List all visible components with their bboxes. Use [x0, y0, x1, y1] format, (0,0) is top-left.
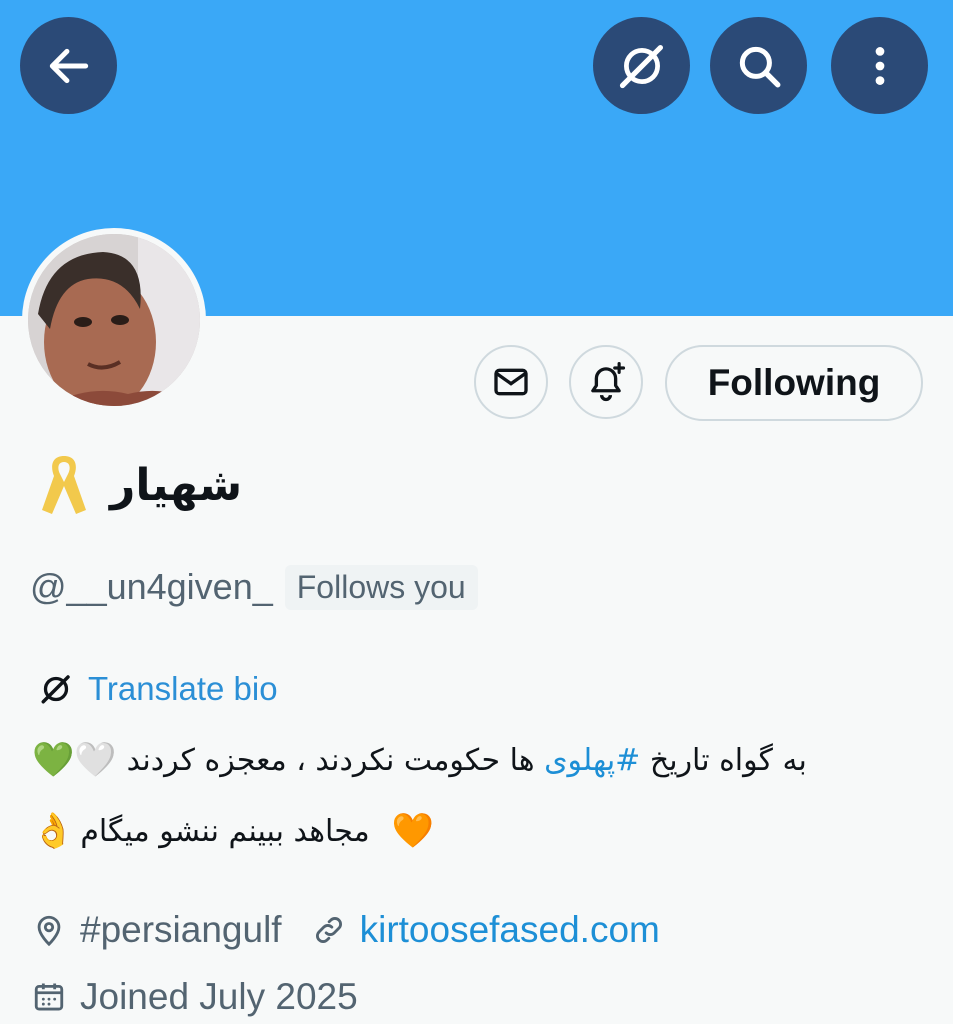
message-button[interactable]	[474, 345, 548, 419]
location-text: #persiangulf	[80, 909, 282, 950]
translate-bio-label: Translate bio	[88, 670, 278, 707]
following-button[interactable]: Following	[665, 345, 923, 421]
display-name: شهیار	[110, 459, 243, 511]
heart-emojis: 💚🤍	[32, 740, 117, 780]
follows-you-badge: Follows you	[284, 564, 478, 610]
grok-button[interactable]	[593, 17, 690, 114]
bell-plus-icon	[585, 361, 627, 403]
meta-row-location: #persiangulf kirtoosefased.com	[32, 905, 660, 955]
link-icon	[312, 913, 346, 947]
grok-icon	[616, 40, 668, 92]
bio-text-2: مجاهد ببینم ننشو میگام	[80, 813, 370, 849]
avatar-border	[22, 228, 206, 412]
more-options-button[interactable]	[831, 17, 928, 114]
back-button[interactable]	[20, 17, 117, 114]
bio-line-2: 👌 مجاهد ببینم ننشو میگام 🧡	[32, 806, 434, 856]
more-vertical-icon	[855, 41, 905, 91]
name-row: شهیار	[36, 448, 242, 522]
notify-button[interactable]	[569, 345, 643, 419]
mail-icon	[491, 362, 531, 402]
avatar[interactable]	[28, 234, 200, 406]
meta-row-joined: Joined July 2025	[32, 972, 358, 1022]
ok-hand-emoji: 👌	[32, 811, 75, 851]
orange-heart-emoji: 🧡	[391, 811, 434, 851]
calendar-icon	[32, 980, 66, 1014]
translate-bio-link[interactable]: Translate bio	[38, 664, 278, 714]
search-icon	[734, 41, 784, 91]
bio-line-1: 💚🤍 به گواه تاریخ #پهلوی ها حکومت نکردند …	[32, 735, 807, 785]
search-button[interactable]	[710, 17, 807, 114]
arrow-left-icon	[44, 41, 94, 91]
yellow-ribbon-emoji	[36, 452, 92, 518]
bio-text-1-start: به گواه تاریخ	[640, 742, 807, 778]
handle-row: @__un4given_ Follows you	[30, 562, 478, 612]
hashtag-link[interactable]: #پهلوی	[544, 743, 640, 778]
website-link[interactable]: kirtoosefased.com	[360, 909, 660, 951]
location-pin-icon	[32, 911, 66, 949]
user-handle: @__un4given_	[30, 566, 273, 607]
bio-text-1-end: ها حکومت نکردند ، معجزه کردند	[126, 742, 545, 778]
joined-date: Joined July 2025	[80, 976, 358, 1017]
bio-text-1: به گواه تاریخ #پهلوی ها حکومت نکردند ، م…	[127, 743, 807, 778]
grok-icon	[38, 671, 74, 707]
